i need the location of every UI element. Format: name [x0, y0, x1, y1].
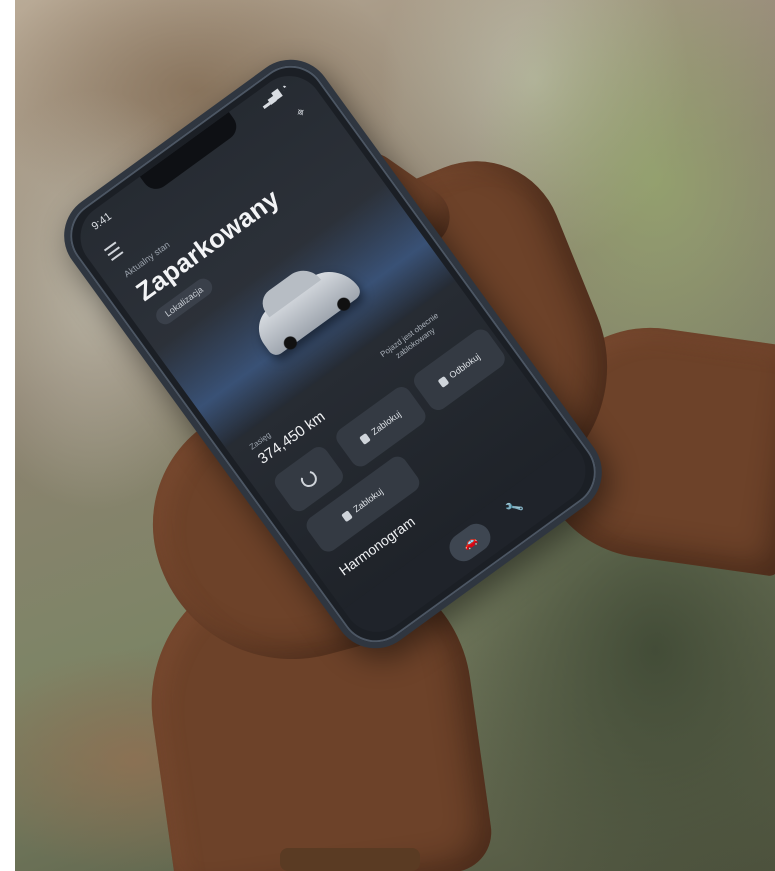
- background-photo: 9:41 ▂▄▆ ◔ ⌖ Aktualny stan Zaparkowany L…: [15, 0, 775, 871]
- status-time: 9:41: [89, 210, 114, 233]
- nav-car-icon[interactable]: 🚗: [443, 518, 496, 567]
- phone-screen: 9:41 ▂▄▆ ◔ ⌖ Aktualny stan Zaparkowany L…: [67, 62, 599, 646]
- power-icon: [297, 467, 321, 491]
- lock-button-label: Zablokuj: [369, 408, 403, 437]
- lock-icon-2: [341, 509, 354, 522]
- unlock-icon: [437, 375, 449, 388]
- pin-icon[interactable]: ⌖: [293, 103, 309, 121]
- secondary-lock-label: Zablokuj: [351, 486, 385, 515]
- unlock-button-label: Odblokuj: [447, 351, 482, 381]
- nav-wrench-icon[interactable]: 🔧: [503, 497, 526, 519]
- status-icons: ▂▄▆ ◔: [258, 82, 291, 110]
- lock-button[interactable]: Zablokuj: [332, 383, 430, 471]
- lock-icon: [359, 432, 371, 445]
- menu-icon[interactable]: [103, 241, 124, 262]
- wrist-watch-strap: [280, 848, 420, 871]
- phone-notch: [139, 111, 242, 195]
